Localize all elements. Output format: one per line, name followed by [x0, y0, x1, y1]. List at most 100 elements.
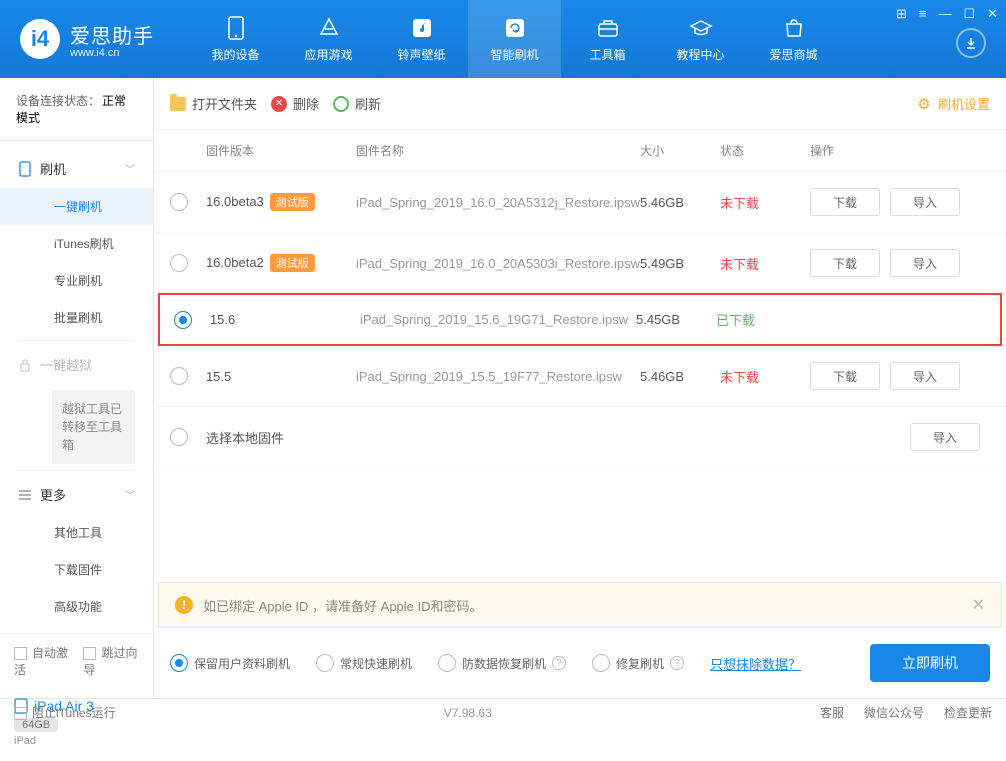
nav-tab-device[interactable]: 我的设备 — [189, 0, 282, 78]
connection-status: 设备连接状态：正常模式 — [0, 78, 153, 141]
firmware-version: 16.0beta2测试版 — [206, 254, 356, 272]
nav-tab-tools[interactable]: 工具箱 — [561, 0, 654, 78]
sidebar-item-oneclick-flash[interactable]: 一键刷机 — [0, 188, 153, 225]
firmware-radio[interactable] — [174, 311, 192, 329]
skip-guide-checkbox[interactable]: 跳过向导 — [83, 644, 138, 678]
download-button[interactable]: 下载 — [810, 249, 880, 277]
sidebar-item-itunes-flash[interactable]: iTunes刷机 — [0, 225, 153, 262]
apple-id-info-bar: ! 如已绑定 Apple ID ，请准备好 Apple ID和密码。 ✕ — [158, 582, 1002, 628]
sidebar-item-batch-flash[interactable]: 批量刷机 — [0, 299, 153, 336]
win-grid-icon[interactable]: ⊞ — [896, 6, 907, 22]
download-indicator-icon[interactable] — [956, 28, 986, 58]
nav-tabs: 我的设备 应用游戏 铃声壁纸 智能刷机 工具箱 教程中心 爱思商城 — [189, 0, 840, 78]
sidebar-item-download-firmware[interactable]: 下载固件 — [0, 551, 153, 588]
footer-link-support[interactable]: 客服 — [820, 704, 844, 721]
import-button[interactable]: 导入 — [890, 362, 960, 390]
auto-activate-checkbox[interactable]: 自动激活 — [14, 644, 69, 678]
nav-tab-flash[interactable]: 智能刷机 — [468, 0, 561, 78]
firmware-radio[interactable] — [170, 193, 188, 211]
firmware-row[interactable]: 15.5 iPad_Spring_2019_15.5_19F77_Restore… — [154, 346, 1006, 407]
firmware-name: iPad_Spring_2019_15.6_19G71_Restore.ipsw — [360, 312, 636, 327]
sidebar-section-jailbreak: 一键越狱 — [0, 345, 153, 384]
sidebar-section-flash[interactable]: 刷机 ﹀ — [0, 149, 153, 188]
lock-icon — [18, 358, 32, 372]
win-minimize-icon[interactable]: — — [938, 6, 951, 22]
footer-link-wechat[interactable]: 微信公众号 — [864, 704, 924, 721]
firmware-radio[interactable] — [170, 254, 188, 272]
erase-only-link[interactable]: 只想抹除数据？ — [710, 654, 801, 673]
logo-icon: i4 — [20, 19, 60, 59]
flash-options: 保留用户资料刷机 常规快速刷机 防数据恢复刷机? 修复刷机? 只想抹除数据？ 立… — [154, 628, 1006, 698]
opt-repair[interactable]: 修复刷机? — [592, 654, 684, 672]
col-status: 状态 — [720, 142, 810, 159]
nav-tab-tutorial[interactable]: 教程中心 — [654, 0, 747, 78]
refresh-button[interactable]: 刷新 — [333, 94, 381, 113]
firmware-name: iPad_Spring_2019_15.5_19F77_Restore.ipsw — [356, 369, 640, 384]
win-close-icon[interactable]: ✕ — [987, 6, 998, 22]
beta-tag: 测试版 — [270, 193, 315, 211]
sidebar-item-pro-flash[interactable]: 专业刷机 — [0, 262, 153, 299]
phone-icon — [224, 16, 248, 40]
firmware-radio[interactable] — [170, 367, 188, 385]
jailbreak-note: 越狱工具已转移至工具箱 — [52, 390, 135, 464]
sidebar-item-other-tools[interactable]: 其他工具 — [0, 514, 153, 551]
brand-name: 爱思助手 — [70, 20, 154, 49]
firmware-row[interactable]: 15.6 iPad_Spring_2019_15.6_19G71_Restore… — [158, 293, 1002, 346]
gear-icon: ⚙ — [916, 96, 932, 112]
delete-button[interactable]: ✕删除 — [271, 94, 319, 113]
x-circle-icon: ✕ — [271, 96, 287, 112]
refresh-circle-icon — [333, 96, 349, 112]
nav-tab-store[interactable]: 爱思商城 — [747, 0, 840, 78]
firmware-name: iPad_Spring_2019_16.0_20A5303i_Restore.i… — [356, 256, 640, 271]
local-firmware-row[interactable]: 选择本地固件 导入 — [154, 407, 1006, 468]
help-icon[interactable]: ? — [670, 656, 684, 670]
nav-tab-media[interactable]: 铃声壁纸 — [375, 0, 468, 78]
footer-link-update[interactable]: 检查更新 — [944, 704, 992, 721]
sidebar: 设备连接状态：正常模式 刷机 ﹀ 一键刷机 iTunes刷机 专业刷机 批量刷机… — [0, 78, 154, 698]
help-icon[interactable]: ? — [552, 656, 566, 670]
phone-small-icon — [18, 162, 32, 176]
import-button[interactable]: 导入 — [890, 188, 960, 216]
download-button[interactable]: 下载 — [810, 362, 880, 390]
win-maximize-icon[interactable]: ☐ — [963, 6, 975, 22]
import-button[interactable]: 导入 — [890, 249, 960, 277]
opt-recovery[interactable]: 防数据恢复刷机? — [438, 654, 566, 672]
download-button[interactable]: 下载 — [810, 188, 880, 216]
flash-settings-button[interactable]: ⚙刷机设置 — [916, 94, 990, 113]
collapse-icon: ﹀ — [125, 487, 135, 502]
flash-now-button[interactable]: 立即刷机 — [870, 644, 990, 682]
firmware-row[interactable]: 16.0beta3测试版 iPad_Spring_2019_16.0_20A53… — [154, 172, 1006, 233]
firmware-version: 15.5 — [206, 369, 356, 384]
firmware-status: 已下载 — [716, 310, 806, 329]
import-local-button[interactable]: 导入 — [910, 423, 980, 451]
table-header: 固件版本 固件名称 大小 状态 操作 — [154, 130, 1006, 172]
opt-keep-data[interactable]: 保留用户资料刷机 — [170, 654, 290, 672]
firmware-status: 未下载 — [720, 193, 810, 212]
col-name: 固件名称 — [356, 142, 640, 159]
menu-icon — [18, 488, 32, 502]
win-menu-icon[interactable]: ≡ — [919, 6, 927, 22]
firmware-status: 未下载 — [720, 367, 810, 386]
firmware-version: 16.0beta3测试版 — [206, 193, 356, 211]
beta-tag: 测试版 — [270, 254, 315, 272]
opt-normal[interactable]: 常规快速刷机 — [316, 654, 412, 672]
block-itunes-checkbox[interactable]: 阻止iTunes运行 — [14, 704, 116, 721]
radio-local[interactable] — [170, 428, 188, 446]
app-header: i4 爱思助手 www.i4.cn 我的设备 应用游戏 铃声壁纸 智能刷机 工具… — [0, 0, 1006, 78]
device-info: iPad Air 3 64GB iPad — [0, 688, 153, 761]
main-content: 打开文件夹 ✕删除 刷新 ⚙刷机设置 固件版本 固件名称 大小 状态 操作 16… — [154, 78, 1006, 698]
window-controls: ⊞ ≡ — ☐ ✕ — [896, 6, 998, 22]
open-folder-button[interactable]: 打开文件夹 — [170, 94, 257, 113]
info-text: 如已绑定 Apple ID ，请准备好 Apple ID和密码。 — [203, 596, 483, 615]
firmware-row[interactable]: 16.0beta2测试版 iPad_Spring_2019_16.0_20A53… — [154, 233, 1006, 294]
toolbox-icon — [596, 16, 620, 40]
sidebar-item-advanced[interactable]: 高级功能 — [0, 588, 153, 625]
device-type: iPad — [14, 735, 139, 747]
folder-icon — [170, 97, 186, 111]
sidebar-section-more[interactable]: 更多 ﹀ — [0, 475, 153, 514]
firmware-size: 5.46GB — [640, 195, 720, 210]
firmware-size: 5.45GB — [636, 312, 716, 327]
info-close-button[interactable]: ✕ — [972, 595, 985, 615]
brand-site: www.i4.cn — [70, 47, 154, 59]
nav-tab-apps[interactable]: 应用游戏 — [282, 0, 375, 78]
